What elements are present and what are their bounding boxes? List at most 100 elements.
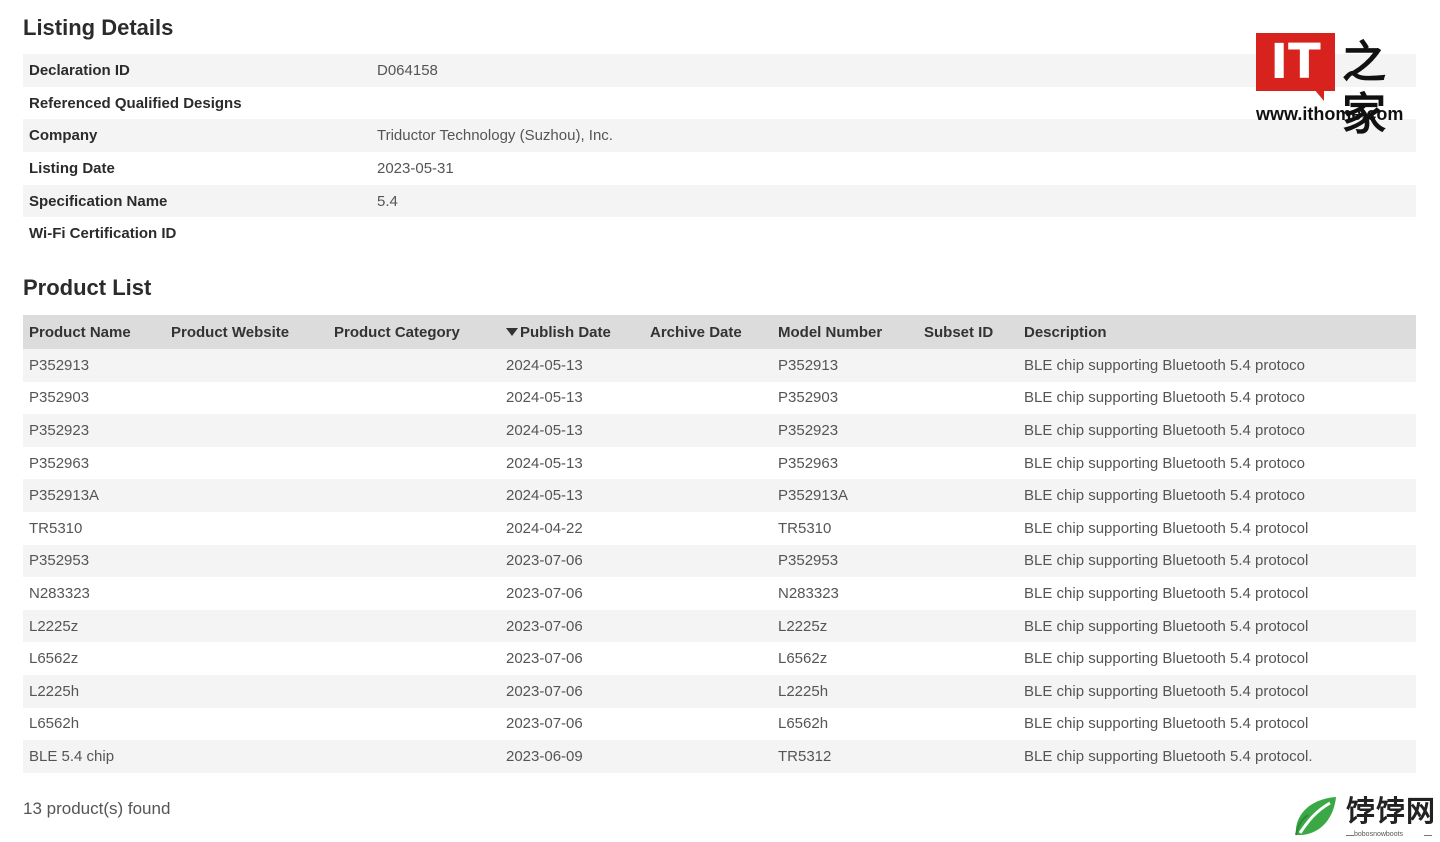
table-row[interactable]: TR5310 2024-04-22 TR5310 BLE chip supportin… bbox=[23, 512, 1416, 545]
detail-value: 5.4 bbox=[377, 192, 398, 210]
archive-date-cell bbox=[644, 577, 772, 610]
column-header-model-number[interactable]: Model Number bbox=[772, 315, 918, 349]
table-row[interactable]: P352913 2024-05-13 P352913 BLE chip support… bbox=[23, 349, 1416, 382]
bobo-logo-text: 饽饽网 bbox=[1346, 794, 1437, 828]
description-cell: BLE chip supporting Bluetooth 5.4 protoc… bbox=[1018, 609, 1416, 643]
listing-details-table: Declaration ID D064158 Referenced Qualif… bbox=[23, 54, 1416, 250]
detail-label: Company bbox=[29, 127, 98, 145]
column-header-product-name[interactable]: Product Name bbox=[23, 315, 165, 349]
detail-label: Listing Date bbox=[29, 159, 115, 177]
archive-date-cell bbox=[644, 674, 772, 708]
description-cell: BLE chip supporting Bluetooth 5.4 protoc… bbox=[1024, 519, 1309, 537]
description-cell: BLE chip supporting Bluetooth 5.4 protoc… bbox=[1024, 584, 1309, 602]
table-row[interactable]: BLE 5.4 chip 2023-06-09 TR5312 BLE chip sup… bbox=[23, 740, 1416, 773]
publish-date-cell: 2023-06-09 bbox=[500, 740, 644, 773]
model-number-cell: P352953 bbox=[772, 544, 918, 578]
archive-date-cell bbox=[644, 512, 772, 545]
publish-date-cell: 2023-07-06 bbox=[500, 674, 644, 708]
ithome-url: www.ithome.com bbox=[1256, 104, 1404, 124]
product-website-cell bbox=[165, 447, 328, 480]
product-category-cell bbox=[328, 708, 500, 741]
product-website-cell bbox=[165, 609, 328, 643]
detail-label: Wi-Fi Certification ID bbox=[29, 225, 177, 243]
product-table-header: Product Name Product Website Product Cat… bbox=[23, 315, 1416, 349]
description-cell: BLE chip supporting Bluetooth 5.4 protoc… bbox=[1018, 349, 1416, 382]
model-number-cell: P352913A bbox=[772, 479, 918, 512]
archive-date-cell bbox=[644, 708, 772, 741]
column-header-product-category[interactable]: Product Category bbox=[328, 315, 500, 349]
description-cell: BLE chip supporting Bluetooth 5.4 protoc… bbox=[1018, 740, 1416, 773]
table-row[interactable]: L2225h 2023-07-06 L2225h BLE chip supportin… bbox=[23, 674, 1416, 708]
table-row[interactable]: L6562z 2023-07-06 L6562z BLE chip supportin… bbox=[23, 642, 1416, 675]
archive-date-cell bbox=[644, 544, 772, 578]
divider bbox=[1346, 835, 1354, 836]
detail-value: D064158 bbox=[377, 61, 438, 79]
archive-date-cell bbox=[644, 609, 772, 643]
detail-label: Declaration ID bbox=[29, 61, 130, 79]
model-number-cell: P352913 bbox=[772, 349, 918, 382]
publish-date-cell: 2023-07-06 bbox=[506, 715, 583, 733]
model-number-cell: P352903 bbox=[778, 389, 839, 407]
description-cell: BLE chip supporting Bluetooth 5.4 protoc… bbox=[1024, 650, 1309, 668]
subset-id-cell bbox=[918, 349, 1018, 382]
detail-row-declaration-id: Declaration ID D064158 bbox=[23, 54, 1416, 87]
detail-label: Referenced Qualified Designs bbox=[29, 94, 242, 112]
product-name-cell: L6562h bbox=[29, 715, 80, 733]
column-header-publish-date[interactable]: Publish Date bbox=[500, 315, 644, 349]
result-count: 13 product(s) found bbox=[23, 799, 171, 818]
ithome-logo-tail bbox=[1314, 89, 1324, 101]
publish-date-cell: 2023-07-06 bbox=[500, 609, 644, 643]
archive-date-cell bbox=[644, 447, 772, 480]
product-website-cell bbox=[165, 414, 328, 447]
table-row[interactable]: P352923 2024-05-13 P352923 BLE chip support… bbox=[23, 414, 1416, 447]
table-row[interactable]: N283323 2023-07-06 N283323 BLE chip support… bbox=[23, 577, 1416, 610]
product-table-body: P352913 2024-05-13 P352913 BLE chip support… bbox=[23, 349, 1416, 773]
product-name-cell: L6562z bbox=[29, 650, 79, 668]
detail-row-specification-name: Specification Name 5.4 bbox=[23, 184, 1416, 218]
ithome-watermark: IT 之家 www.ithome.com bbox=[1256, 33, 1416, 140]
product-website-cell bbox=[165, 642, 328, 675]
publish-date-cell: 2023-07-06 bbox=[506, 650, 583, 668]
subset-id-cell bbox=[918, 577, 1018, 610]
table-row[interactable]: L6562h 2023-07-06 L6562h BLE chip supportin… bbox=[23, 708, 1416, 741]
product-category-cell bbox=[328, 740, 500, 773]
bobo-logo-subtext: bobosnowboots bbox=[1354, 831, 1404, 838]
column-header-archive-date[interactable]: Archive Date bbox=[644, 315, 772, 349]
description-cell: BLE chip supporting Bluetooth 5.4 protoc… bbox=[1018, 479, 1416, 512]
product-name-cell: TR5310 bbox=[29, 519, 83, 537]
table-row[interactable]: P352953 2023-07-06 P352953 BLE chip support… bbox=[23, 544, 1416, 578]
model-number-cell: L2225h bbox=[772, 674, 918, 708]
model-number-cell: P352923 bbox=[772, 414, 918, 447]
table-row[interactable]: P352963 2024-05-13 P352963 BLE chip support… bbox=[23, 447, 1416, 480]
archive-date-cell bbox=[644, 479, 772, 512]
subset-id-cell bbox=[918, 740, 1018, 773]
column-header-description[interactable]: Description bbox=[1018, 315, 1416, 349]
subset-id-cell bbox=[918, 674, 1018, 708]
column-header-product-website[interactable]: Product Website bbox=[165, 315, 328, 349]
product-category-cell bbox=[328, 479, 500, 512]
product-website-cell bbox=[165, 479, 328, 512]
publish-date-cell: 2023-07-06 bbox=[500, 544, 644, 578]
product-category-cell bbox=[328, 544, 500, 578]
detail-row-listing-date: Listing Date 2023-05-31 bbox=[23, 152, 1416, 185]
product-website-cell bbox=[165, 382, 328, 415]
description-cell: BLE chip supporting Bluetooth 5.4 protoc… bbox=[1018, 544, 1416, 578]
model-number-cell: TR5310 bbox=[778, 519, 832, 537]
product-name-cell: P352953 bbox=[23, 544, 165, 578]
publish-date-cell: 2024-04-22 bbox=[506, 519, 583, 537]
product-name-cell: P352913A bbox=[23, 479, 165, 512]
model-number-cell: P352963 bbox=[778, 454, 839, 472]
model-number-cell: L2225z bbox=[772, 609, 918, 643]
table-row[interactable]: L2225z 2023-07-06 L2225z BLE chip supportin… bbox=[23, 609, 1416, 643]
sort-descending-icon bbox=[506, 327, 518, 336]
table-row[interactable]: P352913A 2024-05-13 P352913A BLE chip suppo… bbox=[23, 479, 1416, 512]
ithome-logo-icon: IT bbox=[1256, 33, 1335, 91]
table-row[interactable]: P352903 2024-05-13 P352903 BLE chip support… bbox=[23, 382, 1416, 415]
product-name-cell: L2225h bbox=[23, 674, 165, 708]
model-number-cell: L6562h bbox=[778, 715, 829, 733]
model-number-cell: N283323 bbox=[778, 584, 839, 602]
product-website-cell bbox=[165, 512, 328, 545]
column-header-subset-id[interactable]: Subset ID bbox=[918, 315, 1018, 349]
archive-date-cell bbox=[644, 414, 772, 447]
detail-value: Triductor Technology (Suzhou), Inc. bbox=[377, 127, 613, 145]
